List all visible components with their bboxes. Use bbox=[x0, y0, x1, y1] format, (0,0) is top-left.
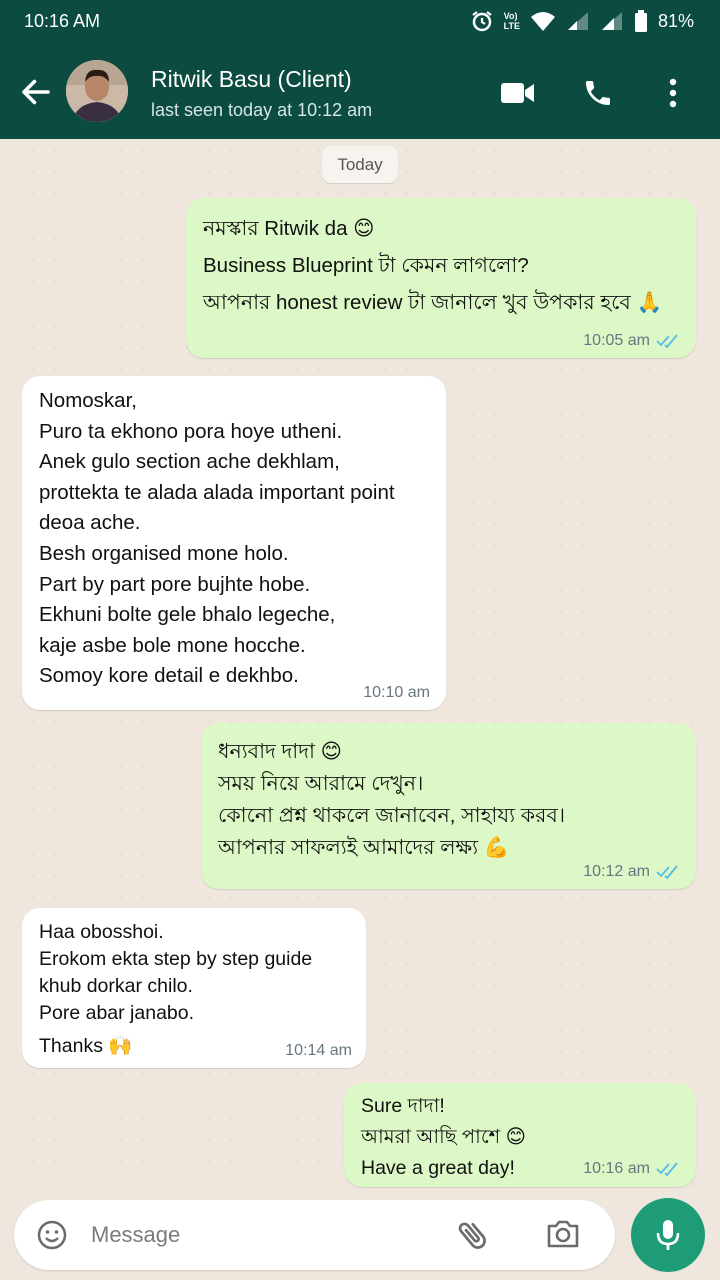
message-line: Somoy kore detail e dekhbo. bbox=[39, 664, 299, 688]
message-time: 10:16 am bbox=[583, 1160, 650, 1177]
message-outgoing[interactable]: নমস্কার Ritwik da 😊 Business Blueprint ট… bbox=[186, 198, 696, 358]
message-line: Nomoskar, bbox=[39, 389, 137, 412]
status-bar: 10:16 AM Vo) LTE 81% bbox=[0, 0, 720, 44]
more-vert-icon[interactable] bbox=[664, 77, 682, 109]
status-icons: Vo) LTE 81% bbox=[470, 9, 694, 33]
message-line: kaje asbe bole mone hocche. bbox=[39, 633, 306, 657]
status-time: 10:16 AM bbox=[24, 11, 101, 31]
message-time: 10:10 am bbox=[363, 684, 430, 701]
message-line: সময় নিয়ে আরামে দেখুন। bbox=[218, 772, 424, 795]
read-ticks-icon bbox=[656, 865, 678, 879]
volte-indicator: Vo) LTE bbox=[504, 11, 520, 31]
camera-icon[interactable] bbox=[545, 1218, 581, 1250]
emoji-icon[interactable] bbox=[36, 1219, 68, 1251]
message-line: নমস্কার Ritwik da 😊 bbox=[203, 217, 375, 240]
message-line: আপনার honest review টা জানালে খুব উপকার … bbox=[203, 291, 662, 314]
mic-button[interactable] bbox=[631, 1198, 705, 1272]
message-outgoing[interactable]: Sure দাদা! আমরা আছি পাশে 😊 Have a great … bbox=[344, 1083, 696, 1187]
signal-icon-2 bbox=[601, 12, 622, 30]
avatar[interactable] bbox=[66, 60, 128, 122]
signal-icon bbox=[567, 12, 588, 30]
message-line: prottekta te alada alada important point bbox=[39, 480, 395, 504]
message-time: 10:05 am bbox=[583, 332, 650, 349]
lte-label: LTE bbox=[503, 21, 520, 31]
battery-percent: 81% bbox=[657, 10, 694, 31]
phone-icon[interactable] bbox=[582, 77, 614, 109]
message-input[interactable]: Message bbox=[91, 1222, 180, 1248]
alarm-icon bbox=[471, 11, 492, 32]
message-time: 10:12 am bbox=[583, 863, 650, 880]
read-ticks-icon bbox=[656, 1162, 678, 1176]
contact-name[interactable]: Ritwik Basu (Client) bbox=[151, 66, 352, 93]
message-composer[interactable]: Message bbox=[14, 1200, 615, 1270]
mic-icon bbox=[656, 1220, 680, 1250]
attach-icon[interactable] bbox=[455, 1217, 491, 1253]
message-line: Haa obosshoi. bbox=[39, 921, 164, 943]
message-incoming[interactable]: Nomoskar, Puro ta ekhono pora hoye uthen… bbox=[22, 376, 446, 710]
message-line: Pore abar janabo. bbox=[39, 1002, 195, 1024]
message-outgoing[interactable]: ধন্যবাদ দাদা 😊 সময় নিয়ে আরামে দেখুন। ক… bbox=[201, 723, 696, 889]
message-line: Besh organised mone holo. bbox=[39, 541, 289, 565]
avatar-photo bbox=[66, 60, 128, 122]
message-line: Anek gulo section ache dekhlam, bbox=[39, 450, 340, 474]
message-incoming[interactable]: Haa obosshoi. Erokom ekta step by step g… bbox=[22, 908, 366, 1068]
volte-label: Vo) bbox=[503, 11, 518, 21]
date-chip: Today bbox=[322, 146, 398, 183]
message-time: 10:14 am bbox=[285, 1042, 352, 1059]
message-line: আপনার সাফল্যই আমাদের লক্ষ্য 💪 bbox=[218, 836, 510, 859]
message-line: deoa ache. bbox=[39, 511, 141, 535]
last-seen: last seen today at 10:12 am bbox=[151, 100, 373, 120]
back-arrow-icon[interactable] bbox=[18, 74, 54, 110]
message-line: Part by part pore bujhte hobe. bbox=[39, 572, 311, 596]
message-line: আমরা আছি পাশে 😊 bbox=[361, 1126, 526, 1148]
message-line: Erokom ekta step by step guide bbox=[39, 948, 313, 970]
message-line: Sure দাদা! bbox=[361, 1095, 445, 1117]
message-line: ধন্যবাদ দাদা 😊 bbox=[218, 740, 342, 763]
message-line: Have a great day! bbox=[361, 1157, 515, 1179]
battery-icon bbox=[634, 10, 647, 32]
wifi-icon bbox=[530, 12, 555, 31]
read-ticks-icon bbox=[656, 334, 678, 348]
message-line: khub dorkar chilo. bbox=[39, 975, 193, 997]
message-line: কোনো প্রশ্ন থাকলে জানাবেন, সাহায্য করব। bbox=[218, 804, 566, 827]
chat-header: Ritwik Basu (Client) last seen today at … bbox=[0, 44, 720, 139]
video-call-icon[interactable] bbox=[500, 80, 536, 106]
message-line: Business Blueprint টা কেমন লাগলো? bbox=[203, 254, 529, 277]
message-line: Puro ta ekhono pora hoye utheni. bbox=[39, 419, 343, 443]
message-line: Thanks 🙌 bbox=[39, 1035, 133, 1057]
message-line: Ekhuni bolte gele bhalo legeche, bbox=[39, 603, 336, 627]
